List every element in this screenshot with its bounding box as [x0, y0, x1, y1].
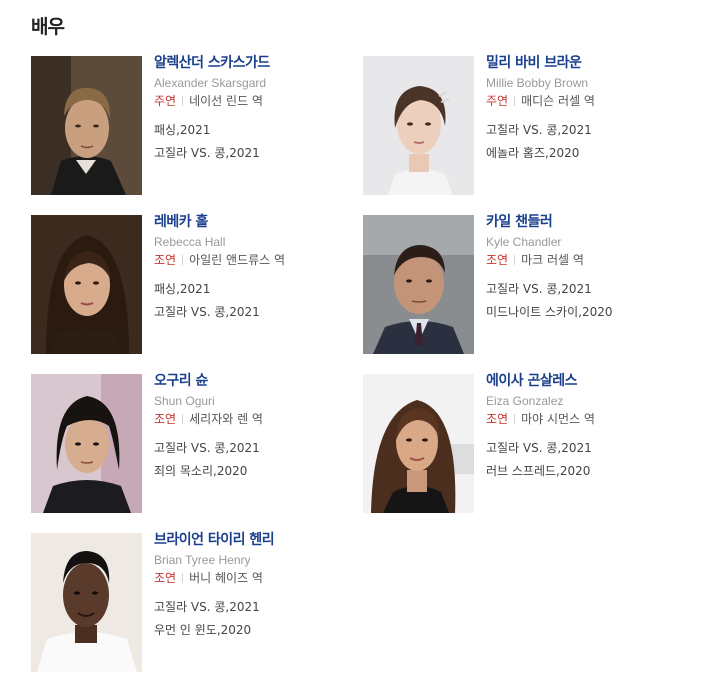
- actor-name[interactable]: 에이사 곤살레스: [486, 373, 686, 390]
- filmography: 고질라 VS. 콩,2021 미드나이트 스카이,2020: [486, 282, 686, 320]
- actor-name[interactable]: 오구리 슌: [154, 373, 354, 390]
- actor-photo[interactable]: [31, 56, 142, 195]
- work-link[interactable]: 고질라 VS. 콩,2021: [486, 282, 686, 297]
- divider: [514, 96, 516, 106]
- work-link[interactable]: 고질라 VS. 콩,2021: [154, 441, 354, 456]
- cast-card: 오구리 슌 Shun Oguri 조연 세리자와 렌 역 고질라 VS. 콩,20…: [31, 373, 354, 514]
- filmography: 패싱,2021 고질라 VS. 콩,2021: [154, 282, 354, 320]
- role-line: 조연 세리자와 렌 역: [154, 412, 354, 427]
- filmography: 패싱,2021 고질라 VS. 콩,2021: [154, 123, 354, 161]
- work-link[interactable]: 에놀라 홈즈,2020: [486, 146, 686, 161]
- role-type: 주연: [154, 94, 177, 108]
- actor-english-name: Eiza Gonzalez: [486, 394, 564, 408]
- role-name: 아일린 앤드류스 역: [189, 253, 286, 267]
- work-link[interactable]: 고질라 VS. 콩,2021: [154, 146, 354, 161]
- actor-english-name: Alexander Skarsgard: [154, 76, 267, 90]
- role-type: 조연: [486, 412, 509, 426]
- cast-card: 에이사 곤살레스 Eiza Gonzalez 조연 마야 시먼스 역 고질라 VS…: [363, 373, 686, 514]
- work-link[interactable]: 패싱,2021: [154, 282, 354, 297]
- work-link[interactable]: 패싱,2021: [154, 123, 354, 138]
- role-line: 주연 네이선 린드 역: [154, 94, 354, 109]
- actor-photo[interactable]: [363, 56, 474, 195]
- actor-english-name: Brian Tyree Henry: [154, 553, 251, 567]
- actor-name[interactable]: 알렉산더 스카스가드: [154, 55, 354, 72]
- role-line: 조연 마야 시먼스 역: [486, 412, 686, 427]
- role-name: 버니 헤이즈 역: [189, 571, 263, 585]
- role-name: 세리자와 렌 역: [189, 412, 263, 426]
- role-name: 매디슨 러셀 역: [521, 94, 595, 108]
- role-line: 조연 마크 러셀 역: [486, 253, 686, 268]
- actor-name[interactable]: 브라이언 타이리 헨리: [154, 532, 354, 549]
- role-line: 조연 버니 헤이즈 역: [154, 571, 354, 586]
- actor-name[interactable]: 밀리 바비 브라운: [486, 55, 686, 72]
- filmography: 고질라 VS. 콩,2021 에놀라 홈즈,2020: [486, 123, 686, 161]
- role-type: 조연: [486, 253, 509, 267]
- role-name: 네이선 린드 역: [189, 94, 263, 108]
- role-type: 조연: [154, 253, 177, 267]
- cast-card: 레베카 홀 Rebecca Hall 조연 아일린 앤드류스 역 패싱,2021 …: [31, 214, 354, 355]
- work-link[interactable]: 러브 스프레드,2020: [486, 464, 686, 479]
- filmography: 고질라 VS. 콩,2021 러브 스프레드,2020: [486, 441, 686, 479]
- actor-english-name: Millie Bobby Brown: [486, 76, 589, 90]
- divider: [514, 255, 516, 265]
- actor-english-name: Rebecca Hall: [154, 235, 226, 249]
- actor-photo[interactable]: [31, 374, 142, 513]
- actor-name[interactable]: 레베카 홀: [154, 214, 354, 231]
- actor-photo[interactable]: [363, 215, 474, 354]
- cast-card: 브라이언 타이리 헨리 Brian Tyree Henry 조연 버니 헤이즈 역…: [31, 532, 354, 673]
- actor-photo[interactable]: [31, 215, 142, 354]
- cast-card: 카일 챈들러 Kyle Chandler 조연 마크 러셀 역 고질라 VS. 콩…: [363, 214, 686, 355]
- work-link[interactable]: 우먼 인 윈도,2020: [154, 623, 354, 638]
- role-line: 조연 아일린 앤드류스 역: [154, 253, 354, 268]
- divider: [182, 573, 184, 583]
- work-link[interactable]: 고질라 VS. 콩,2021: [154, 305, 354, 320]
- role-name: 마크 러셀 역: [521, 253, 584, 267]
- actor-english-name: Kyle Chandler: [486, 235, 562, 249]
- cast-card: 밀리 바비 브라운 Millie Bobby Brown 주연 매디슨 러셀 역 …: [363, 55, 686, 196]
- role-type: 조연: [154, 571, 177, 585]
- role-type: 주연: [486, 94, 509, 108]
- work-link[interactable]: 고질라 VS. 콩,2021: [486, 441, 686, 456]
- role-type: 조연: [154, 412, 177, 426]
- actor-photo[interactable]: [31, 533, 142, 672]
- work-link[interactable]: 고질라 VS. 콩,2021: [154, 600, 354, 615]
- filmography: 고질라 VS. 콩,2021 죄의 목소리,2020: [154, 441, 354, 479]
- filmography: 고질라 VS. 콩,2021 우먼 인 윈도,2020: [154, 600, 354, 638]
- divider: [182, 96, 184, 106]
- actor-english-name: Shun Oguri: [154, 394, 215, 408]
- section-title-cast: 배우: [31, 16, 65, 38]
- work-link[interactable]: 미드나이트 스카이,2020: [486, 305, 686, 320]
- cast-card: 알렉산더 스카스가드 Alexander Skarsgard 주연 네이선 린드 …: [31, 55, 354, 196]
- divider: [182, 414, 184, 424]
- actor-photo[interactable]: [363, 374, 474, 513]
- divider: [182, 255, 184, 265]
- work-link[interactable]: 고질라 VS. 콩,2021: [486, 123, 686, 138]
- work-link[interactable]: 죄의 목소리,2020: [154, 464, 354, 479]
- divider: [514, 414, 516, 424]
- role-name: 마야 시먼스 역: [521, 412, 595, 426]
- role-line: 주연 매디슨 러셀 역: [486, 94, 686, 109]
- actor-name[interactable]: 카일 챈들러: [486, 214, 686, 231]
